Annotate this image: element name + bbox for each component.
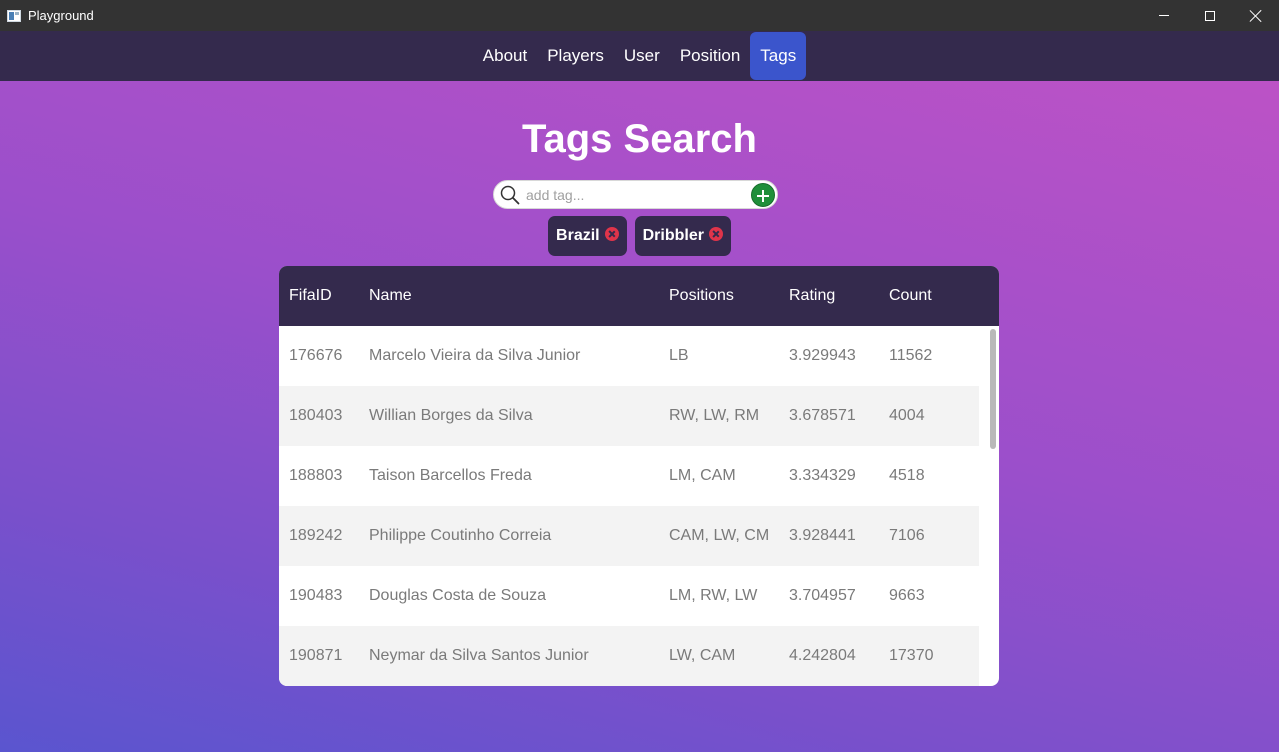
header-fifaid[interactable]: FifaID xyxy=(289,266,332,326)
selected-tags: Brazil Dribbler xyxy=(0,216,1279,256)
cell-fifaid: 176676 xyxy=(289,347,343,364)
cell-rating: 3.929943 xyxy=(789,347,856,364)
nav-item-tags[interactable]: Tags xyxy=(750,32,807,80)
nav-item-about[interactable]: About xyxy=(473,32,537,80)
tag-label: Brazil xyxy=(556,227,600,244)
cell-positions: LB xyxy=(669,347,689,364)
cell-count: 9663 xyxy=(889,587,925,604)
header-count[interactable]: Count xyxy=(889,266,932,326)
tag-chip: Dribbler xyxy=(634,216,731,256)
remove-tag-icon[interactable] xyxy=(604,227,619,241)
table-body: 176676 Marcelo Vieira da Silva Junior LB… xyxy=(279,326,999,686)
cell-name: Neymar da Silva Santos Junior xyxy=(369,647,589,664)
cell-name: Philippe Coutinho Correia xyxy=(369,527,552,544)
cell-rating: 4.242804 xyxy=(789,647,856,664)
add-tag-button[interactable] xyxy=(751,183,775,207)
tag-chip: Brazil xyxy=(548,216,627,256)
close-icon xyxy=(1250,10,1262,22)
minimize-button[interactable] xyxy=(1141,0,1187,31)
cell-positions: RW, LW, RM xyxy=(669,407,760,424)
cell-count: 7106 xyxy=(889,527,925,544)
top-nav: About Players User Position Tags xyxy=(0,31,1279,81)
cell-positions: LM, RW, LW xyxy=(669,587,758,604)
cell-name: Douglas Costa de Souza xyxy=(369,587,546,604)
app-icon xyxy=(7,9,21,22)
cell-name: Marcelo Vieira da Silva Junior xyxy=(369,347,581,364)
cell-count: 17370 xyxy=(889,647,934,664)
table-row[interactable]: 190483 Douglas Costa de Souza LM, RW, LW… xyxy=(279,566,979,626)
cell-count: 4004 xyxy=(889,407,925,424)
cell-rating: 3.678571 xyxy=(789,407,856,424)
cell-fifaid: 180403 xyxy=(289,407,343,424)
cell-positions: LM, CAM xyxy=(669,467,736,484)
table-scrollbar[interactable] xyxy=(990,329,996,449)
players-table: FifaID Name Positions Rating Count 17667… xyxy=(279,266,999,686)
nav-item-players[interactable]: Players xyxy=(537,32,614,80)
maximize-button[interactable] xyxy=(1187,0,1233,31)
page-title: Tags Search xyxy=(522,117,757,161)
cell-name: Taison Barcellos Freda xyxy=(369,467,532,484)
header-rating[interactable]: Rating xyxy=(789,266,835,326)
tag-search-input[interactable] xyxy=(526,184,746,206)
table-row[interactable]: 189242 Philippe Coutinho Correia CAM, LW… xyxy=(279,506,979,566)
window-controls xyxy=(1141,0,1279,31)
nav-item-user[interactable]: User xyxy=(614,32,670,80)
table-row[interactable]: 180403 Willian Borges da Silva RW, LW, R… xyxy=(279,386,979,446)
nav-item-position[interactable]: Position xyxy=(670,32,750,80)
tag-search-box xyxy=(493,180,778,209)
cell-fifaid: 190871 xyxy=(289,647,343,664)
minimize-icon xyxy=(1159,15,1169,16)
maximize-icon xyxy=(1205,10,1215,21)
cell-fifaid: 188803 xyxy=(289,467,343,484)
cell-positions: CAM, LW, CM xyxy=(669,527,770,544)
cell-count: 4518 xyxy=(889,467,925,484)
table-header: FifaID Name Positions Rating Count xyxy=(279,266,999,326)
table-row[interactable]: 190871 Neymar da Silva Santos Junior LW,… xyxy=(279,626,979,686)
cell-rating: 3.928441 xyxy=(789,527,856,544)
tag-label: Dribbler xyxy=(642,227,704,244)
cell-count: 11562 xyxy=(889,347,933,364)
search-icon xyxy=(500,185,520,205)
window-title: Playground xyxy=(28,8,94,23)
cell-fifaid: 189242 xyxy=(289,527,343,544)
close-button[interactable] xyxy=(1233,0,1279,31)
header-name[interactable]: Name xyxy=(369,266,412,326)
cell-rating: 3.704957 xyxy=(789,587,856,604)
remove-tag-icon[interactable] xyxy=(708,227,723,241)
cell-fifaid: 190483 xyxy=(289,587,343,604)
cell-name: Willian Borges da Silva xyxy=(369,407,533,424)
cell-rating: 3.334329 xyxy=(789,467,856,484)
cell-positions: LW, CAM xyxy=(669,647,736,664)
window-titlebar: Playground xyxy=(0,0,1279,31)
header-positions[interactable]: Positions xyxy=(669,266,734,326)
table-row[interactable]: 188803 Taison Barcellos Freda LM, CAM 3.… xyxy=(279,446,979,506)
table-row[interactable]: 176676 Marcelo Vieira da Silva Junior LB… xyxy=(279,326,979,386)
main-content: Tags Search Brazil Dribbler FifaID Name … xyxy=(0,81,1279,752)
